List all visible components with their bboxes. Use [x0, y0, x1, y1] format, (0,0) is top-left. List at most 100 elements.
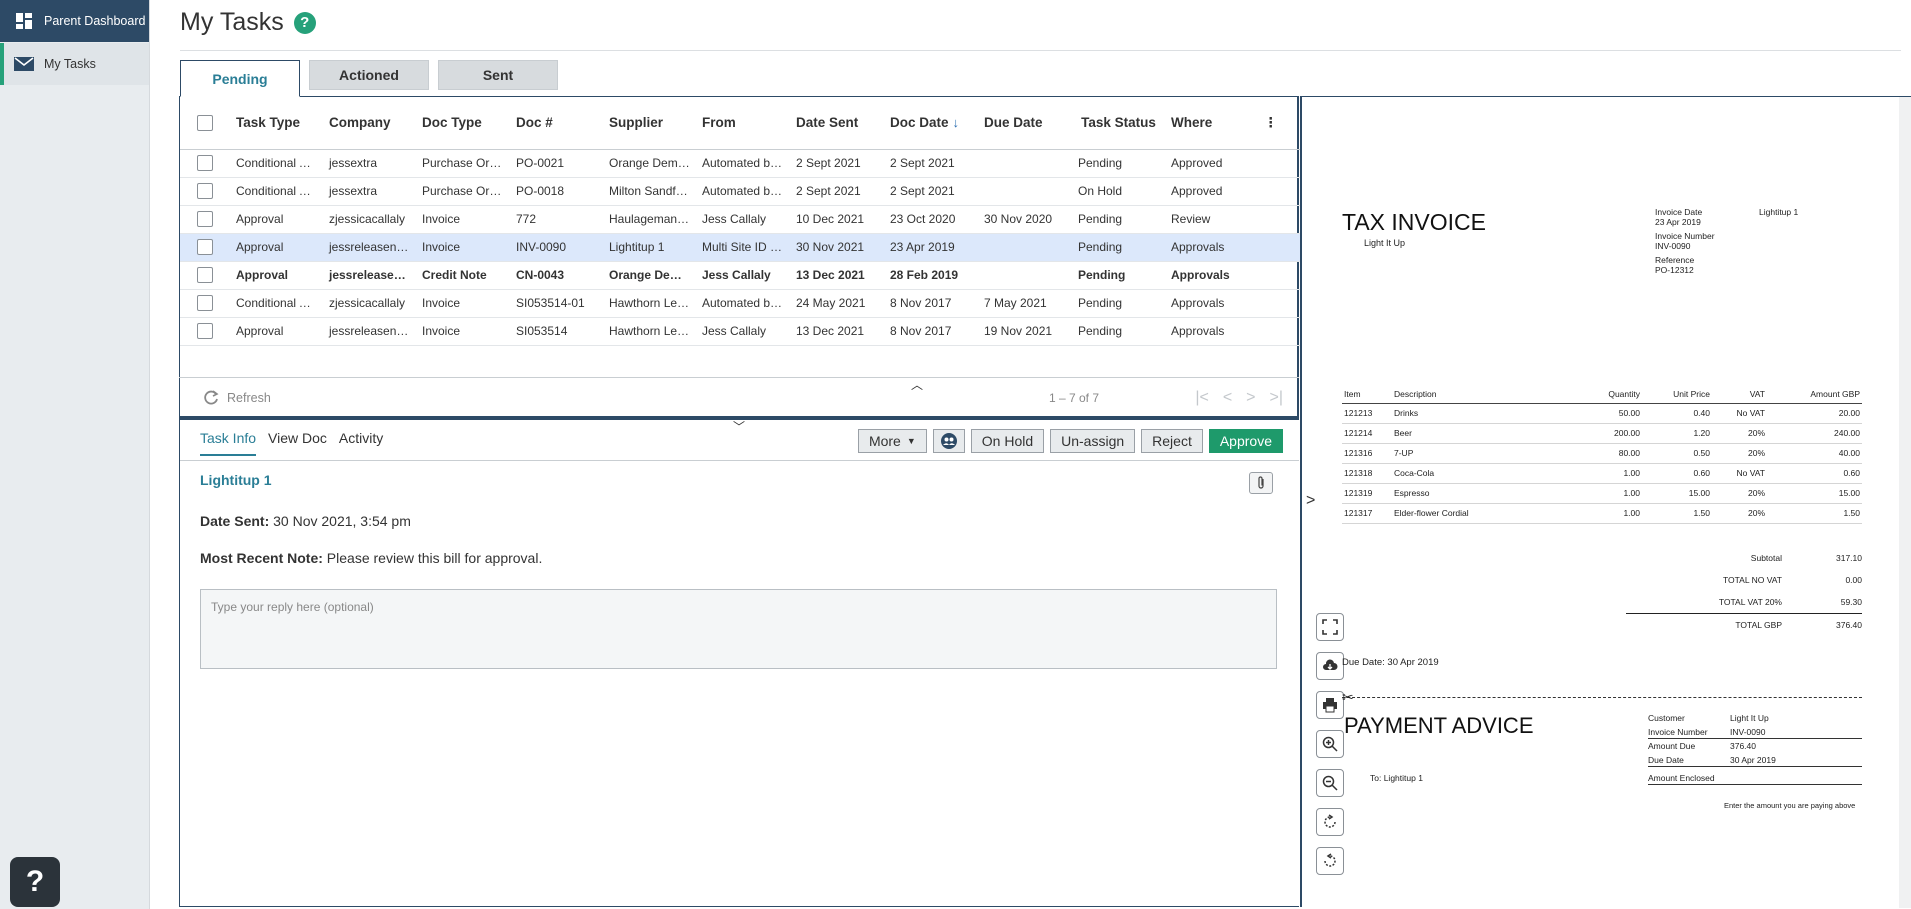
tab-task-info[interactable]: Task Info — [200, 430, 257, 456]
tab-view-doc[interactable]: View Doc — [268, 430, 327, 456]
help-icon[interactable]: ? — [293, 11, 316, 34]
column-header-company[interactable]: Company — [323, 97, 416, 150]
prev-page-icon[interactable]: < — [1223, 389, 1232, 407]
column-menu-kebab-icon[interactable]: ⋮ — [1258, 97, 1300, 150]
sidebar-item-parent-dashboard[interactable]: Parent Dashboard — [0, 0, 149, 42]
table-row[interactable]: Approval jessreleasenot... Invoice INV-0090… — [180, 233, 1300, 262]
row-checkbox[interactable] — [197, 183, 213, 199]
row-checkbox[interactable] — [197, 155, 213, 171]
line-item-cell: 0.60 — [1767, 463, 1862, 484]
dashboard-icon — [16, 13, 32, 29]
zoom-out-button[interactable] — [1316, 769, 1344, 797]
cell-spacer — [1258, 177, 1300, 206]
line-item-cell: Drinks — [1392, 403, 1562, 424]
due-date: Due Date: 30 Apr 2019 — [1342, 657, 1439, 668]
line-item-cell: 15.00 — [1642, 483, 1712, 504]
cell-doc-date: 2 Sept 2021 — [884, 149, 978, 178]
select-all-checkbox[interactable] — [197, 114, 213, 131]
zoom-in-button[interactable] — [1316, 730, 1344, 758]
line-item-cell: 1.50 — [1642, 503, 1712, 524]
cell-doc-date: 8 Nov 2017 — [884, 317, 978, 346]
chevron-up-icon[interactable]: ︿ — [911, 376, 923, 393]
recent-note-value: Please review this bill for approval. — [326, 550, 543, 566]
tab-actioned[interactable]: Actioned — [309, 60, 429, 90]
chevron-down-icon[interactable]: ﹀ — [733, 418, 745, 435]
table-row[interactable]: Conditional Ap... jessextra Purchase Order… — [180, 149, 1300, 178]
cell-doc-date: 23 Apr 2019 — [884, 233, 978, 262]
sidebar-item-my-tasks[interactable]: My Tasks — [0, 43, 149, 85]
row-checkbox[interactable] — [197, 267, 213, 283]
line-item-cell: 20% — [1712, 443, 1767, 464]
cell-where: Approvals — [1165, 233, 1258, 262]
print-button[interactable] — [1316, 691, 1344, 719]
column-header-supplier[interactable]: Supplier — [603, 97, 696, 150]
attachment-button[interactable] — [1249, 472, 1273, 494]
cell-supplier: Lightitup 1 — [603, 233, 696, 262]
table-row[interactable]: Approval jessreleasenot... Credit Note CN-0… — [180, 261, 1300, 290]
total-row: TOTAL GBP 376.40 — [1626, 613, 1862, 635]
cell-status: Pending — [1072, 261, 1165, 290]
row-checkbox[interactable] — [197, 323, 213, 339]
rotate-counterclockwise-button[interactable] — [1316, 847, 1344, 875]
cell-status: On Hold — [1072, 177, 1165, 206]
last-page-icon[interactable]: >| — [1270, 389, 1284, 407]
tab-sent[interactable]: Sent — [438, 60, 558, 90]
unassign-button[interactable]: Un-assign — [1050, 429, 1136, 453]
row-checkbox[interactable] — [197, 295, 213, 311]
column-header-date-sent[interactable]: Date Sent — [790, 97, 884, 150]
reject-button[interactable]: Reject — [1141, 429, 1203, 453]
first-page-icon[interactable]: |< — [1195, 389, 1209, 407]
more-button[interactable]: More ▼ — [857, 429, 927, 453]
cell-date-sent: 24 May 2021 — [790, 289, 884, 318]
cell-supplier: Hawthorn Leis... — [603, 317, 696, 346]
line-col-header: Amount GBP — [1767, 387, 1862, 404]
cell-date-sent: 13 Dec 2021 — [790, 317, 884, 346]
line-item-row: 121317 Elder-flower Cordial 1.00 1.50 20% 1.5… — [1342, 503, 1862, 524]
cell-company: jessextra — [323, 177, 416, 206]
invoice-totals: Subtotal 317.10 TOTAL NO VAT 0.00 TOTAL VA… — [1626, 547, 1862, 635]
column-header-doc-date[interactable]: Doc Date ↓ — [884, 97, 978, 150]
column-header-due-date[interactable]: Due Date — [978, 97, 1072, 150]
cell-from: Automated by ... — [696, 149, 790, 178]
table-row[interactable]: Conditional Ap... jessextra Purchase Order… — [180, 177, 1300, 206]
download-button[interactable] — [1316, 652, 1344, 680]
row-checkbox[interactable] — [197, 211, 213, 227]
total-label: Subtotal — [1750, 553, 1782, 563]
line-item-cell: 80.00 — [1562, 443, 1642, 464]
help-button[interactable]: ? — [10, 857, 60, 907]
table-row[interactable]: Conditional Ap... zjessicacallaly Invoice S… — [180, 289, 1300, 318]
pay-value: INV-0090 — [1730, 726, 1766, 737]
column-header-doc-type[interactable]: Doc Type — [416, 97, 510, 150]
next-page-icon[interactable]: > — [1246, 389, 1255, 407]
chevron-right-icon[interactable]: > — [1306, 492, 1315, 510]
on-hold-button[interactable]: On Hold — [970, 429, 1045, 453]
recent-note-line: Most Recent Note: Please review this bil… — [200, 550, 542, 566]
rotate-clockwise-button[interactable] — [1316, 808, 1344, 836]
table-row[interactable]: Approval zjessicacallaly Invoice 772 Haulage… — [180, 205, 1300, 234]
date-sent-value: 30 Nov 2021, 3:54 pm — [273, 513, 411, 529]
cell-where: Approved — [1165, 149, 1258, 178]
scissors-icon: ✂ — [1342, 689, 1354, 705]
column-header-doc-number[interactable]: Doc # — [510, 97, 603, 150]
cell-task-type: Approval — [230, 261, 323, 290]
column-header-task-type[interactable]: Task Type — [230, 97, 323, 150]
more-label: More — [868, 433, 901, 449]
viewer-scrollbar[interactable] — [1899, 97, 1911, 908]
row-checkbox[interactable] — [197, 239, 213, 255]
line-item-cell: 1.00 — [1562, 483, 1642, 504]
approve-button[interactable]: Approve — [1208, 429, 1283, 453]
pay-row: Customer Light It Up — [1648, 711, 1862, 725]
table-row[interactable]: Approval jessreleasenot... Invoice SI053514… — [180, 317, 1300, 346]
tab-pending[interactable]: Pending — [180, 60, 300, 97]
column-header-where[interactable]: Where — [1165, 97, 1258, 150]
column-header-task-status[interactable]: Task Status — [1072, 97, 1165, 150]
fullscreen-button[interactable] — [1316, 613, 1344, 641]
column-header-from[interactable]: From — [696, 97, 790, 150]
assign-user-button[interactable] — [932, 429, 965, 453]
tab-activity[interactable]: Activity — [339, 430, 383, 456]
reply-input[interactable]: Type your reply here (optional) — [200, 589, 1277, 669]
line-item-cell: Espresso — [1392, 483, 1562, 504]
paperclip-icon — [1258, 476, 1264, 489]
line-item-cell: No VAT — [1712, 463, 1767, 484]
refresh-button[interactable]: Refresh — [203, 389, 271, 406]
